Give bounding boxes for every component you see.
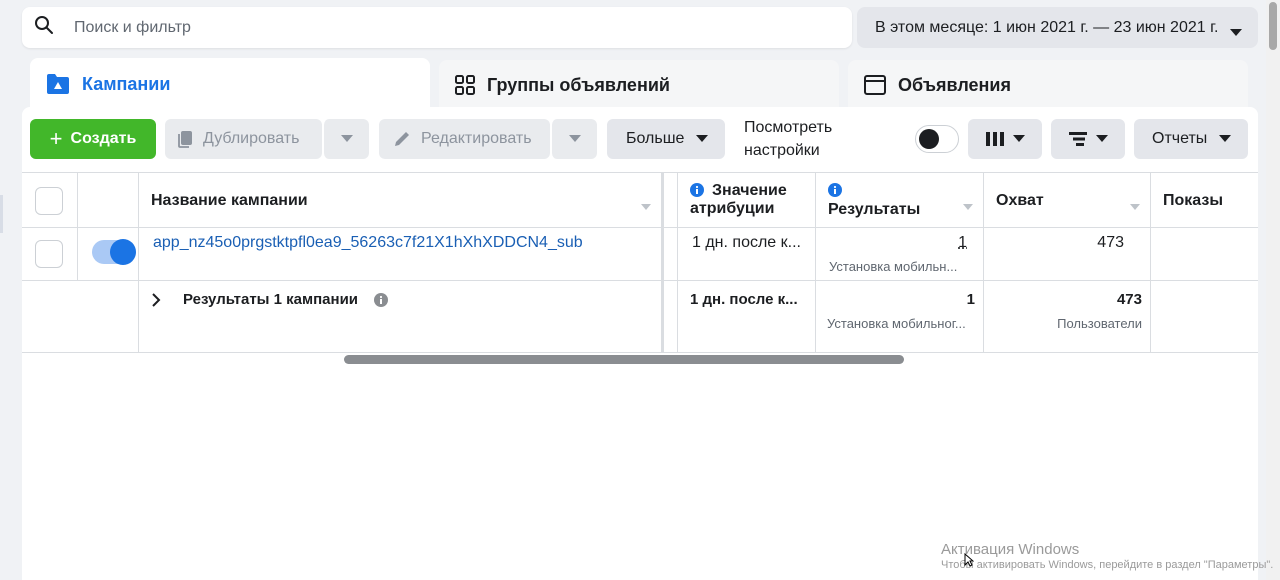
edit-label: Редактировать — [421, 130, 532, 147]
chevron-down-icon — [340, 130, 353, 148]
table-row[interactable]: app_nz45o0prgstktpfl0ea9_56263c7f21X1hXh… — [22, 228, 1258, 281]
header-results: Результаты — [828, 201, 921, 218]
sort-icon[interactable] — [1130, 197, 1140, 215]
row-attribution-cell: 1 дн. после к... — [677, 228, 815, 280]
chevron-down-icon — [568, 130, 581, 148]
tab-campaigns[interactable]: Кампании — [30, 58, 430, 110]
summary-label: Результаты 1 кампании — [183, 291, 359, 308]
left-edge-handle — [0, 195, 3, 233]
header-impressions-cell[interactable]: Показы — [1150, 173, 1258, 227]
campaign-status-toggle[interactable] — [92, 239, 136, 265]
chevron-down-icon — [1096, 135, 1108, 143]
windows-activation-subtitle: Чтобы активировать Windows, перейдите в … — [941, 559, 1274, 571]
row-impressions-cell — [1150, 228, 1258, 280]
chevron-right-icon[interactable] — [151, 293, 161, 312]
pencil-icon — [393, 130, 411, 148]
header-impressions: Показы — [1163, 192, 1223, 209]
row-results-cell: 1 Установка мобильн... — [815, 228, 983, 280]
header-reach-cell[interactable]: Охват — [983, 173, 1150, 227]
info-icon[interactable] — [828, 183, 842, 202]
columns-button[interactable] — [968, 119, 1042, 159]
summary-results-cell: 1 Установка мобильног... — [815, 281, 983, 352]
chevron-down-icon — [1219, 135, 1232, 143]
chevron-down-icon — [1230, 24, 1242, 42]
chevron-down-icon — [696, 135, 709, 143]
header-attribution: Значение атрибуции — [690, 182, 787, 217]
grid-icon — [455, 75, 475, 95]
header-attribution-cell[interactable]: Значение атрибуции — [677, 173, 815, 227]
column-resize-handle[interactable] — [661, 173, 677, 227]
date-range-picker[interactable]: В этом месяце: 1 июн 2021 г. — 23 июн 20… — [857, 7, 1258, 48]
attribution-value: 1 дн. после к... — [692, 234, 801, 251]
header-toggle-cell — [77, 173, 138, 227]
breakdown-icon — [1068, 131, 1088, 147]
summary-results-subtext: Установка мобильног... — [827, 316, 966, 331]
duplicate-label: Дублировать — [203, 130, 300, 147]
header-results-cell[interactable]: Результаты — [815, 173, 983, 227]
summary-name-cell: Результаты 1 кампании — [138, 281, 661, 352]
row-checkbox[interactable] — [35, 240, 63, 268]
more-button[interactable]: Больше — [607, 119, 725, 159]
create-button[interactable]: + Создать — [30, 119, 156, 159]
duplicate-button[interactable]: Дублировать — [165, 119, 322, 159]
summary-reach-cell: 473 Пользователи — [983, 281, 1150, 352]
search-bar[interactable] — [22, 7, 852, 48]
summary-reach-subtext: Пользователи — [1057, 316, 1142, 331]
sort-icon[interactable] — [963, 197, 973, 215]
tab-label: Объявления — [898, 74, 1011, 95]
reports-button[interactable]: Отчеты — [1134, 119, 1248, 159]
vertical-scrollbar[interactable] — [1266, 0, 1280, 580]
results-subtext: Установка мобильн... — [829, 259, 958, 274]
select-all-checkbox[interactable] — [35, 187, 63, 215]
windows-activation-title: Активация Windows — [941, 541, 1080, 558]
view-settings-label: Посмотреть настройки — [744, 119, 833, 159]
edit-dropdown[interactable] — [551, 119, 597, 159]
table-header-row: Название кампании Значение атрибуции Рез… — [22, 172, 1258, 228]
tab-label: Группы объявлений — [487, 74, 670, 95]
chevron-down-icon — [1013, 135, 1025, 143]
row-toggle-cell — [77, 228, 138, 280]
campaign-name-link[interactable]: app_nz45o0prgstktpfl0ea9_56263c7f21X1hXh… — [153, 234, 583, 252]
tab-ad-sets[interactable]: Группы объявлений — [439, 60, 839, 110]
reach-value: 473 — [1097, 234, 1124, 251]
scrollbar-thumb[interactable] — [1269, 2, 1277, 50]
reports-label: Отчеты — [1152, 130, 1208, 147]
summary-attribution: 1 дн. после к... — [690, 291, 798, 308]
header-name: Название кампании — [151, 192, 308, 209]
summary-attribution-cell: 1 дн. после к... — [677, 281, 815, 352]
summary-reach: 473 — [1116, 291, 1142, 308]
header-reach: Охват — [996, 192, 1044, 209]
duplicate-dropdown[interactable] — [323, 119, 369, 159]
sort-icon[interactable] — [641, 197, 651, 215]
summary-impressions-cell — [1150, 281, 1258, 352]
folder-icon — [46, 73, 70, 95]
date-range-label: В этом месяце: 1 июн 2021 г. — 23 июн 20… — [875, 18, 1219, 36]
tab-label: Кампании — [82, 73, 171, 94]
columns-icon — [985, 131, 1005, 147]
search-input[interactable] — [74, 18, 774, 37]
header-name-cell[interactable]: Название кампании — [138, 173, 661, 227]
row-reach-cell: 473 — [983, 228, 1150, 280]
horizontal-scrollbar-thumb[interactable] — [344, 355, 904, 364]
summary-results: 1 — [966, 291, 975, 308]
tab-ads[interactable]: Объявления — [848, 60, 1248, 110]
info-icon[interactable] — [374, 293, 388, 312]
summary-row: Результаты 1 кампании 1 дн. после к... 1… — [22, 281, 1258, 353]
results-value[interactable]: 1 — [958, 234, 967, 252]
ad-icon — [864, 75, 886, 95]
more-label: Больше — [626, 130, 685, 147]
search-icon — [34, 15, 54, 40]
mouse-cursor-icon — [964, 552, 975, 572]
campaigns-panel: + Создать Дублировать Редактировать Боль… — [22, 107, 1258, 580]
column-resize-handle[interactable] — [661, 281, 677, 352]
edit-button[interactable]: Редактировать — [379, 119, 550, 159]
view-settings-toggle[interactable] — [915, 125, 959, 153]
column-resize-handle[interactable] — [661, 228, 677, 280]
row-name-cell: app_nz45o0prgstktpfl0ea9_56263c7f21X1hXh… — [138, 228, 661, 280]
breakdown-button[interactable] — [1051, 119, 1125, 159]
duplicate-icon — [177, 130, 195, 148]
create-label: Создать — [70, 130, 137, 147]
plus-icon: + — [49, 126, 63, 151]
